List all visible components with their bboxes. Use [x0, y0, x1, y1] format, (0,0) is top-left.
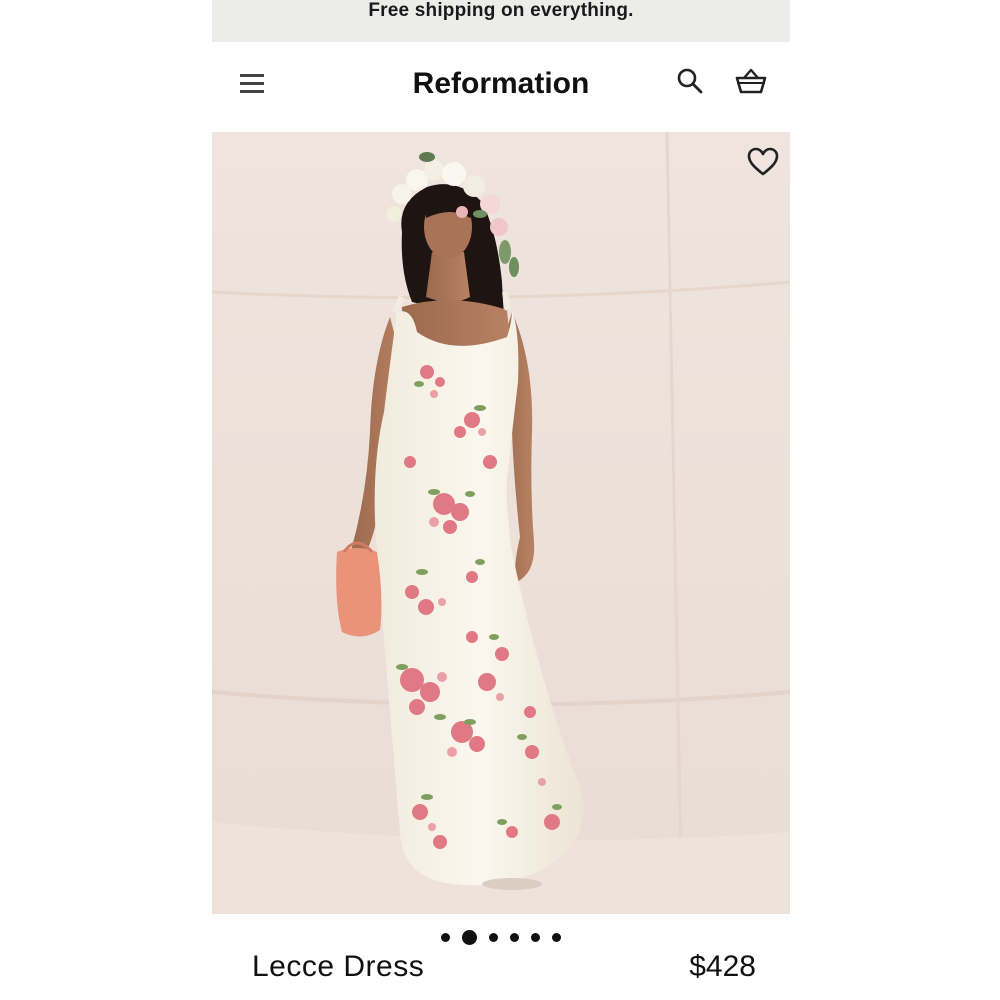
- mobile-page: Free shipping on everything. Reformation: [212, 0, 790, 1000]
- carousel-dot[interactable]: [441, 932, 450, 942]
- carousel-dot[interactable]: [552, 932, 561, 942]
- image-carousel-indicator: [212, 926, 790, 948]
- product-name: Lecce Dress: [252, 950, 425, 983]
- carousel-dot[interactable]: [510, 932, 519, 942]
- model-in-floral-dress-image: [212, 132, 790, 914]
- carousel-dot-active[interactable]: [462, 929, 477, 945]
- product-price: $428: [689, 950, 756, 983]
- carousel-dot[interactable]: [489, 932, 498, 942]
- promo-banner: Free shipping on everything.: [212, 0, 790, 42]
- menu-icon[interactable]: [238, 70, 268, 98]
- site-header: Reformation: [212, 42, 790, 132]
- search-icon[interactable]: [676, 67, 704, 95]
- carousel-dot[interactable]: [531, 932, 540, 942]
- product-image[interactable]: [212, 132, 790, 914]
- heart-icon[interactable]: [746, 146, 780, 178]
- bag-icon[interactable]: [734, 66, 768, 96]
- promo-text: Free shipping on everything.: [368, 0, 634, 21]
